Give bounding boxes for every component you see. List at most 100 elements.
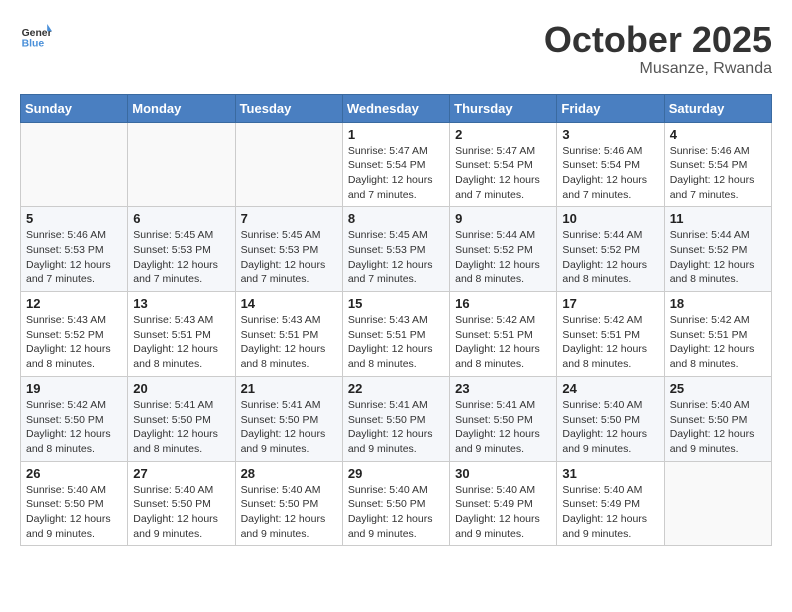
calendar-cell [235,122,342,207]
day-number: 21 [241,381,337,396]
day-number: 30 [455,466,551,481]
day-number: 16 [455,296,551,311]
calendar-cell: 20 Sunrise: 5:41 AM Sunset: 5:50 PM Dayli… [128,376,235,461]
day-number: 11 [670,211,766,226]
calendar-cell: 22Sunrise: 5:41 AM Sunset: 5:50 PM Dayli… [342,376,449,461]
day-number: 29 [348,466,444,481]
day-number: 1 [348,127,444,142]
calendar-cell: 21 Sunrise: 5:41 AM Sunset: 5:50 PM Dayli… [235,376,342,461]
weekday-header: Thursday [450,94,557,122]
weekday-header: Sunday [21,94,128,122]
calendar-cell: 11 Sunrise: 5:44 AM Sunset: 5:52 PM Dayli… [664,207,771,292]
day-info: Sunrise: 5:43 AM Sunset: 5:51 PM Dayligh… [348,313,444,372]
calendar-table: SundayMondayTuesdayWednesdayThursdayFrid… [20,94,772,547]
calendar-cell: 29 Sunrise: 5:40 AM Sunset: 5:50 PM Dayli… [342,461,449,546]
calendar-cell [128,122,235,207]
weekday-header: Tuesday [235,94,342,122]
day-info: Sunrise: 5:41 AM Sunset: 5:50 PM Dayligh… [241,398,337,457]
day-info: Sunrise: 5:40 AM Sunset: 5:50 PM Dayligh… [133,483,229,542]
day-info: Sunrise: 5:40 AM Sunset: 5:49 PM Dayligh… [562,483,658,542]
weekday-header: Saturday [664,94,771,122]
calendar-cell: 25 Sunrise: 5:40 AM Sunset: 5:50 PM Dayli… [664,376,771,461]
day-info: Sunrise: 5:43 AM Sunset: 5:52 PM Dayligh… [26,313,122,372]
day-info: Sunrise: 5:45 AM Sunset: 5:53 PM Dayligh… [241,228,337,287]
calendar-cell: 30 Sunrise: 5:40 AM Sunset: 5:49 PM Dayli… [450,461,557,546]
calendar-cell: 31 Sunrise: 5:40 AM Sunset: 5:49 PM Dayli… [557,461,664,546]
day-number: 6 [133,211,229,226]
day-info: Sunrise: 5:42 AM Sunset: 5:51 PM Dayligh… [670,313,766,372]
day-info: Sunrise: 5:44 AM Sunset: 5:52 PM Dayligh… [670,228,766,287]
day-info: Sunrise: 5:40 AM Sunset: 5:49 PM Dayligh… [455,483,551,542]
day-info: Sunrise: 5:40 AM Sunset: 5:50 PM Dayligh… [241,483,337,542]
day-info: Sunrise: 5:41 AM Sunset: 5:50 PM Dayligh… [133,398,229,457]
calendar-cell: 14 Sunrise: 5:43 AM Sunset: 5:51 PM Dayli… [235,292,342,377]
day-number: 24 [562,381,658,396]
day-info: Sunrise: 5:46 AM Sunset: 5:53 PM Dayligh… [26,228,122,287]
calendar-cell: 5 Sunrise: 5:46 AM Sunset: 5:53 PM Daylig… [21,207,128,292]
day-info: Sunrise: 5:42 AM Sunset: 5:51 PM Dayligh… [455,313,551,372]
calendar-cell: 1 Sunrise: 5:47 AM Sunset: 5:54 PM Daylig… [342,122,449,207]
calendar-cell: 3 Sunrise: 5:46 AM Sunset: 5:54 PM Daylig… [557,122,664,207]
day-number: 31 [562,466,658,481]
logo-icon: General Blue [20,20,52,52]
month-title: October 2025 [544,20,772,60]
calendar-cell: 17 Sunrise: 5:42 AM Sunset: 5:51 PM Dayli… [557,292,664,377]
day-number: 8 [348,211,444,226]
calendar-cell: 24 Sunrise: 5:40 AM Sunset: 5:50 PM Dayli… [557,376,664,461]
day-number: 22 [348,381,444,396]
calendar-cell: 28Sunrise: 5:40 AM Sunset: 5:50 PM Dayli… [235,461,342,546]
day-info: Sunrise: 5:40 AM Sunset: 5:50 PM Dayligh… [348,483,444,542]
day-number: 15 [348,296,444,311]
calendar-cell: 13Sunrise: 5:43 AM Sunset: 5:51 PM Dayli… [128,292,235,377]
day-info: Sunrise: 5:42 AM Sunset: 5:51 PM Dayligh… [562,313,658,372]
calendar-week-row: 5 Sunrise: 5:46 AM Sunset: 5:53 PM Daylig… [21,207,772,292]
day-number: 5 [26,211,122,226]
day-number: 3 [562,127,658,142]
calendar-cell [21,122,128,207]
day-info: Sunrise: 5:44 AM Sunset: 5:52 PM Dayligh… [455,228,551,287]
day-info: Sunrise: 5:40 AM Sunset: 5:50 PM Dayligh… [670,398,766,457]
day-number: 13 [133,296,229,311]
calendar-cell: 16 Sunrise: 5:42 AM Sunset: 5:51 PM Dayli… [450,292,557,377]
calendar-cell: 10 Sunrise: 5:44 AM Sunset: 5:52 PM Dayli… [557,207,664,292]
calendar-cell: 7 Sunrise: 5:45 AM Sunset: 5:53 PM Daylig… [235,207,342,292]
calendar-cell: 8Sunrise: 5:45 AM Sunset: 5:53 PM Daylig… [342,207,449,292]
calendar-cell: 2 Sunrise: 5:47 AM Sunset: 5:54 PM Daylig… [450,122,557,207]
day-number: 18 [670,296,766,311]
day-number: 12 [26,296,122,311]
weekday-header: Friday [557,94,664,122]
logo: General Blue [20,20,52,52]
day-info: Sunrise: 5:47 AM Sunset: 5:54 PM Dayligh… [455,144,551,203]
calendar-cell: 9Sunrise: 5:44 AM Sunset: 5:52 PM Daylig… [450,207,557,292]
svg-text:Blue: Blue [22,38,45,49]
calendar-cell: 4Sunrise: 5:46 AM Sunset: 5:54 PM Daylig… [664,122,771,207]
weekday-header: Monday [128,94,235,122]
day-number: 19 [26,381,122,396]
calendar-cell: 19 Sunrise: 5:42 AM Sunset: 5:50 PM Dayli… [21,376,128,461]
day-info: Sunrise: 5:43 AM Sunset: 5:51 PM Dayligh… [241,313,337,372]
day-number: 25 [670,381,766,396]
day-info: Sunrise: 5:42 AM Sunset: 5:50 PM Dayligh… [26,398,122,457]
day-info: Sunrise: 5:47 AM Sunset: 5:54 PM Dayligh… [348,144,444,203]
day-number: 20 [133,381,229,396]
day-info: Sunrise: 5:46 AM Sunset: 5:54 PM Dayligh… [562,144,658,203]
calendar-week-row: 12 Sunrise: 5:43 AM Sunset: 5:52 PM Dayli… [21,292,772,377]
day-number: 14 [241,296,337,311]
calendar-week-row: 26 Sunrise: 5:40 AM Sunset: 5:50 PM Dayli… [21,461,772,546]
calendar-week-row: 1 Sunrise: 5:47 AM Sunset: 5:54 PM Daylig… [21,122,772,207]
day-info: Sunrise: 5:45 AM Sunset: 5:53 PM Dayligh… [133,228,229,287]
location-subtitle: Musanze, Rwanda [544,60,772,78]
calendar-cell: 27Sunrise: 5:40 AM Sunset: 5:50 PM Dayli… [128,461,235,546]
day-info: Sunrise: 5:46 AM Sunset: 5:54 PM Dayligh… [670,144,766,203]
day-number: 17 [562,296,658,311]
day-number: 7 [241,211,337,226]
calendar-cell: 12 Sunrise: 5:43 AM Sunset: 5:52 PM Dayli… [21,292,128,377]
day-info: Sunrise: 5:44 AM Sunset: 5:52 PM Dayligh… [562,228,658,287]
day-number: 2 [455,127,551,142]
calendar-cell: 18 Sunrise: 5:42 AM Sunset: 5:51 PM Dayli… [664,292,771,377]
title-block: October 2025 Musanze, Rwanda [544,20,772,78]
day-info: Sunrise: 5:40 AM Sunset: 5:50 PM Dayligh… [562,398,658,457]
day-number: 10 [562,211,658,226]
day-number: 26 [26,466,122,481]
day-number: 23 [455,381,551,396]
